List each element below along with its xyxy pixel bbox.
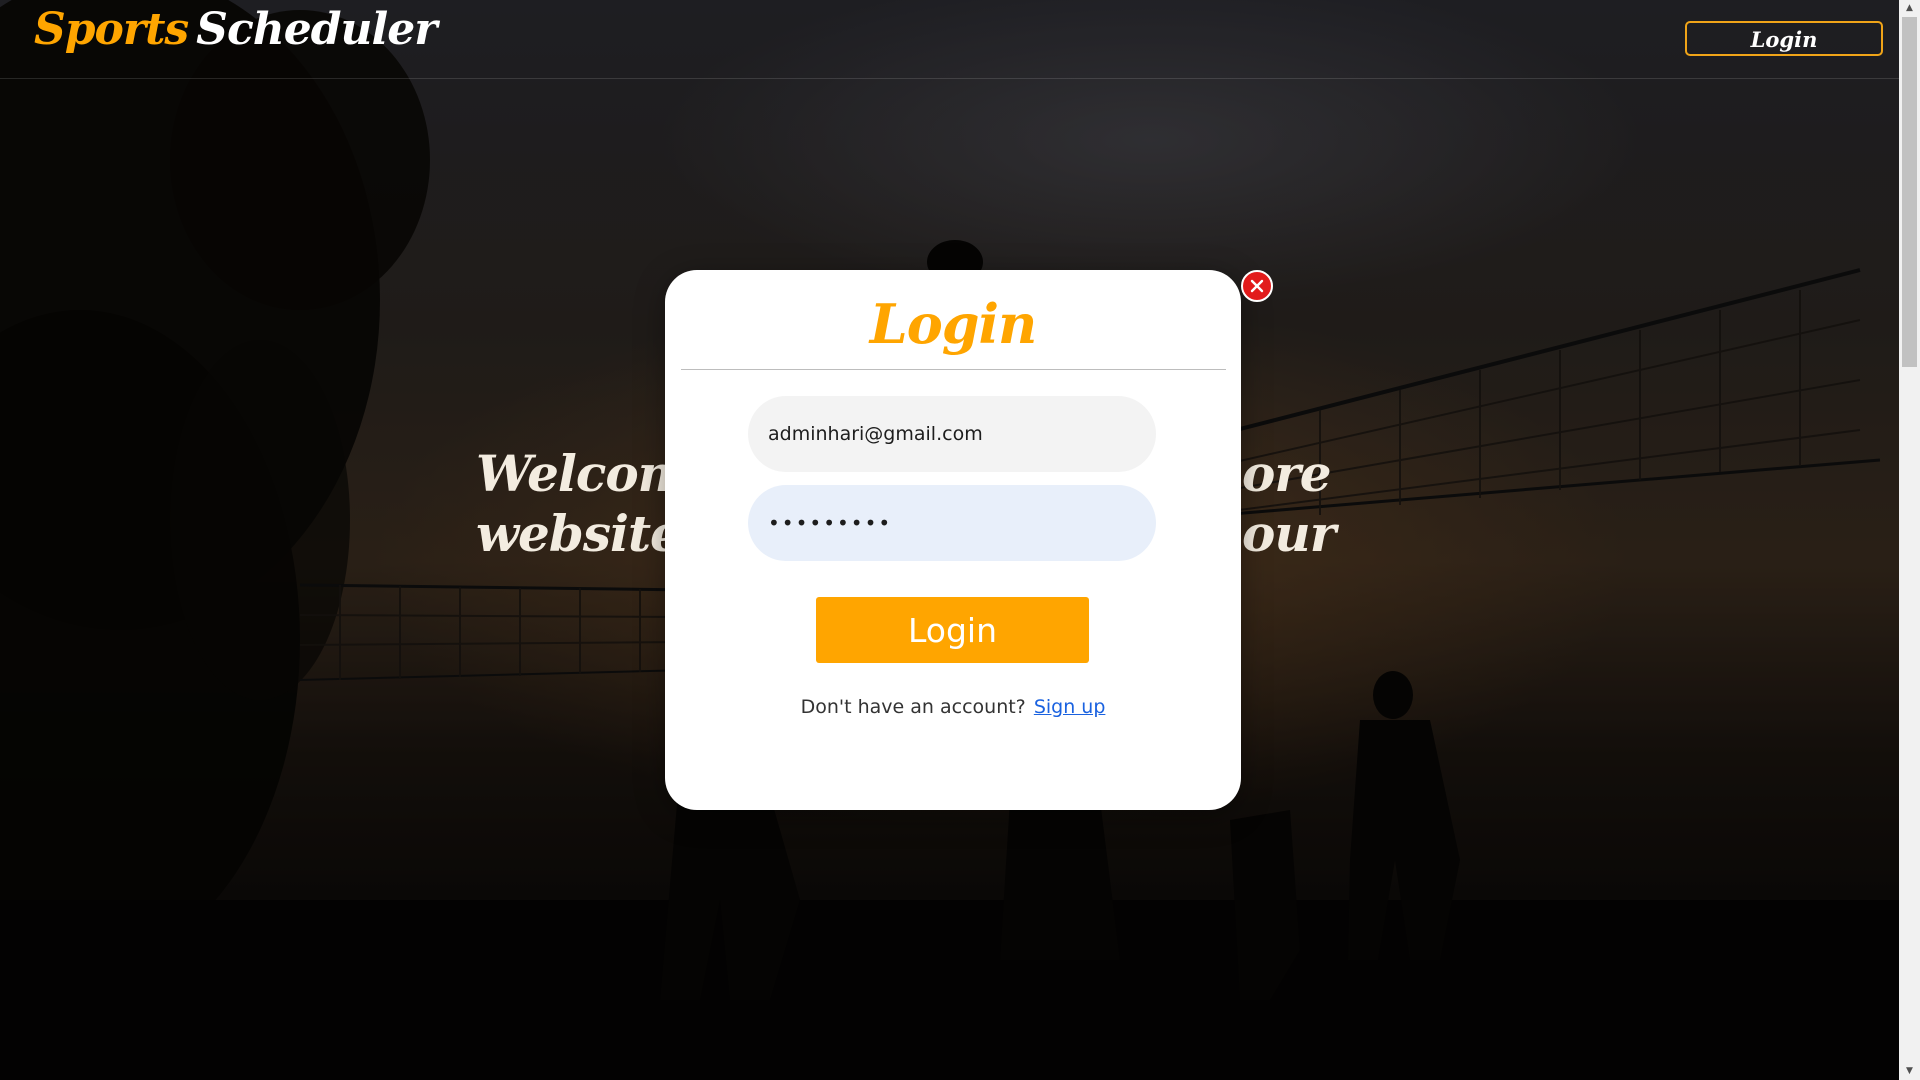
brand-rest-text: Scheduler: [196, 4, 437, 55]
modal-title: Login: [869, 292, 1038, 356]
email-field[interactable]: [748, 396, 1156, 472]
scroll-thumb[interactable]: [1902, 17, 1917, 367]
signup-prompt: Don't have an account? Sign up: [665, 696, 1241, 718]
login-modal: Login ••••••••• Login Don't have an acco…: [665, 270, 1241, 810]
page-scrollbar[interactable]: ▲ ▼: [1899, 0, 1920, 1080]
scroll-down-arrow-icon[interactable]: ▼: [1899, 1063, 1920, 1080]
brand-accent-text: Sports: [34, 4, 189, 55]
brand-logo[interactable]: Sports Scheduler: [34, 4, 437, 55]
password-field[interactable]: •••••••••: [748, 485, 1156, 561]
close-modal-button[interactable]: [1241, 270, 1273, 302]
close-x-icon: [1250, 279, 1264, 293]
navbar: Sports Scheduler Login: [0, 0, 1899, 79]
modal-divider: [681, 369, 1226, 370]
nav-login-button[interactable]: Login: [1685, 21, 1883, 56]
signup-prompt-text: Don't have an account?: [800, 696, 1026, 718]
signup-link[interactable]: Sign up: [1034, 696, 1106, 718]
login-submit-button[interactable]: Login: [816, 597, 1089, 663]
scroll-up-arrow-icon[interactable]: ▲: [1899, 0, 1920, 17]
